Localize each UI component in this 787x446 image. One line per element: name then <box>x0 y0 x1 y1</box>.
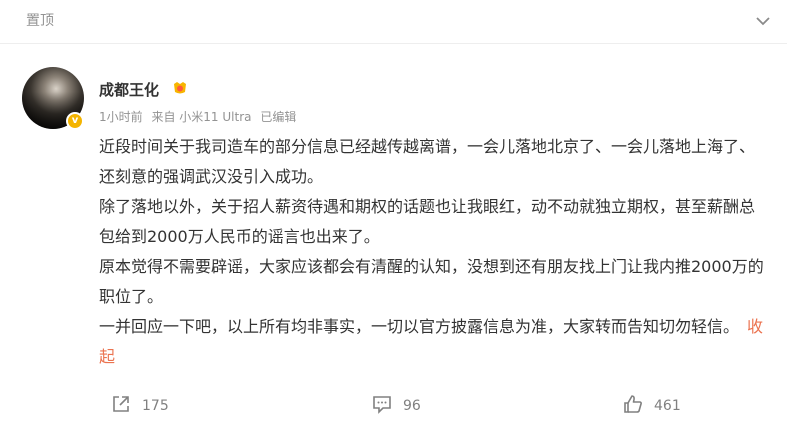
comment-count: 96 <box>403 398 421 414</box>
comment-icon <box>371 393 393 419</box>
like-button[interactable]: 461 <box>622 388 681 424</box>
post-source: 来自 小米11 Ultra <box>151 110 252 124</box>
comment-button[interactable]: 96 <box>371 388 421 424</box>
edited-label[interactable]: 已编辑 <box>260 110 296 124</box>
repost-count: 175 <box>142 398 169 414</box>
verified-v-icon: v <box>66 112 84 130</box>
post-time[interactable]: 1小时前 <box>99 110 143 124</box>
action-bar: 175 96 461 <box>0 388 787 424</box>
post-paragraph: 除了落地以外，关于招人薪资待遇和期权的话题也让我眼红，动不动就独立期权，甚至薪酬… <box>99 197 756 246</box>
post-paragraph-last: 一并回应一下吧，以上所有均非事实，一切以官方披露信息为准，大家转而告知切勿轻信。… <box>99 312 769 372</box>
post-paragraph-text: 一并回应一下吧，以上所有均非事实，一切以官方披露信息为准，大家转而告知切勿轻信。 <box>99 317 740 336</box>
chevron-down-icon[interactable] <box>754 12 772 30</box>
repost-button[interactable]: 175 <box>110 388 169 424</box>
vip-level-icon[interactable] <box>171 80 189 96</box>
post-paragraph: 原本觉得不需要辟谣，大家应该都会有清醒的认知，没想到还有朋友找上门让我内推200… <box>99 257 764 306</box>
author-name[interactable]: 成都王化 <box>99 79 159 100</box>
post-content: 近段时间关于我司造车的部分信息已经越传越离谱，一会儿落地北京了、一会儿落地上海了… <box>99 132 769 372</box>
repost-icon <box>110 393 132 419</box>
post-paragraph: 近段时间关于我司造车的部分信息已经越传越离谱，一会儿落地北京了、一会儿落地上海了… <box>99 137 756 186</box>
like-icon <box>622 393 644 419</box>
post-meta: 1小时前 来自 小米11 Ultra 已编辑 <box>99 108 301 125</box>
pinned-label: 置顶 <box>26 13 54 29</box>
pinned-header: 置顶 <box>0 0 787 44</box>
like-count: 461 <box>654 398 681 414</box>
